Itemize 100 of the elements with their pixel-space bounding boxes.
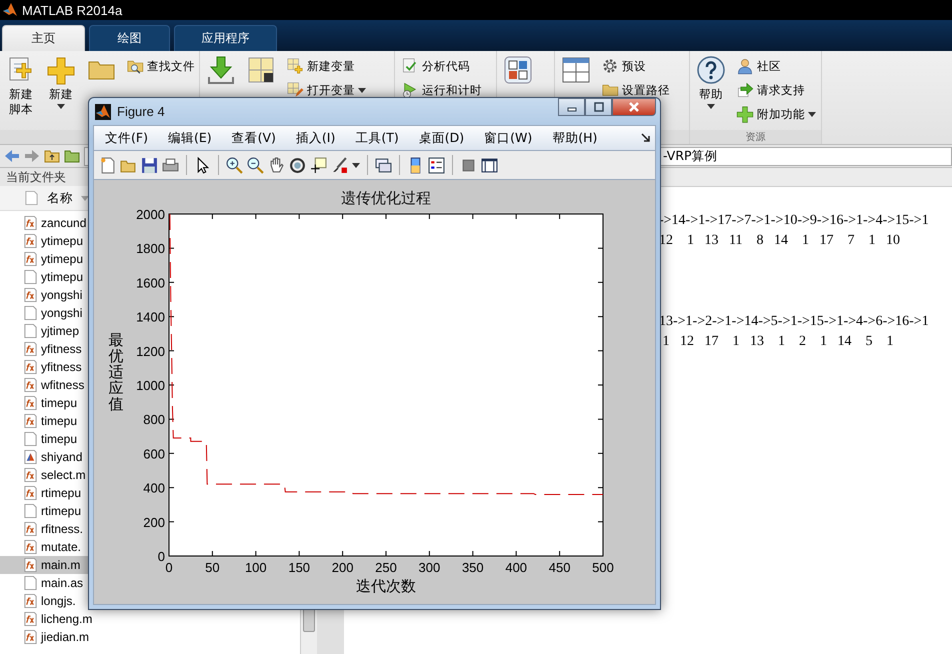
file-icon [23, 269, 38, 285]
file-row[interactable]: rfitness. [0, 520, 88, 538]
legend-icon[interactable] [428, 156, 445, 174]
zoom-out-icon[interactable] [247, 156, 264, 174]
file-row[interactable]: jiedian.m [0, 628, 90, 646]
ribbon-button[interactable]: 查找文件 [126, 57, 195, 75]
chart-title: 遗传优化过程 [341, 189, 431, 207]
file-row[interactable]: timepu [0, 394, 88, 412]
x-tick-label: 150 [288, 560, 310, 575]
maximize-button[interactable] [585, 98, 612, 116]
back-arrow-icon[interactable] [4, 149, 20, 163]
function-file-icon [23, 287, 38, 303]
save-icon[interactable] [141, 156, 158, 174]
new-file-icon[interactable] [99, 156, 116, 174]
plus-icon [736, 105, 754, 123]
scrollbar-thumb[interactable] [303, 608, 315, 632]
data-cursor-icon[interactable] [310, 156, 327, 174]
file-icon [23, 323, 38, 339]
section-label: 资源 [690, 130, 821, 144]
close-button[interactable] [612, 98, 656, 116]
file-row[interactable]: longjs. [0, 592, 88, 610]
zoom-in-icon[interactable] [226, 156, 243, 174]
ribbon-button[interactable]: 分析代码 [401, 57, 482, 75]
ribbon-tab[interactable]: 主页 [2, 25, 85, 51]
ribbon-tab[interactable]: 绘图 [89, 25, 170, 51]
menu-item[interactable]: 桌面(D) [412, 128, 472, 148]
ribbon-button[interactable]: 请求支持 [736, 81, 816, 99]
file-name: jiedian.m [41, 630, 90, 644]
figure-file-icon [23, 449, 38, 465]
browse-folder-icon[interactable] [64, 149, 80, 163]
file-name: zancund [41, 216, 86, 230]
file-row[interactable]: timepu [0, 430, 88, 448]
function-file-icon [23, 251, 38, 267]
menu-item[interactable]: 窗口(W) [477, 128, 540, 148]
file-row[interactable]: mutate. [0, 538, 88, 556]
open-variable-icon [286, 81, 304, 99]
file-row[interactable]: yongshi [0, 286, 88, 304]
file-name: shiyand [41, 450, 82, 464]
x-tick-label: 200 [332, 560, 354, 575]
ribbon-button[interactable]: 附加功能 [736, 105, 816, 123]
function-file-icon [23, 521, 38, 537]
function-file-icon [23, 593, 38, 609]
ribbon-button[interactable]: 预设 [601, 57, 670, 75]
file-name: yongshi [41, 306, 82, 320]
analyze-code-icon [401, 57, 419, 75]
file-name: ytimepu [41, 252, 84, 266]
file-row[interactable]: yfitness [0, 340, 88, 358]
file-row[interactable]: main.as [0, 574, 88, 592]
square-icon[interactable] [460, 156, 477, 174]
file-row[interactable]: ytimepu [0, 250, 88, 268]
file-row[interactable]: zancund [0, 214, 88, 232]
figure-title: Figure 4 [117, 104, 166, 119]
ribbon-button[interactable]: 设置路径 [601, 81, 670, 99]
file-row[interactable]: yfitness [0, 358, 88, 376]
file-row[interactable]: timepu [0, 412, 88, 430]
file-name: main.as [41, 576, 84, 590]
x-tick-label: 250 [375, 560, 397, 575]
file-row[interactable]: yongshi [0, 304, 88, 322]
block-diagram-icon [503, 55, 533, 85]
menu-item[interactable]: 插入(I) [288, 128, 342, 148]
print-icon[interactable] [162, 156, 179, 174]
menu-item[interactable]: 文件(F) [98, 128, 155, 148]
file-row[interactable]: ytimepu [0, 268, 88, 286]
file-row[interactable]: select.m [0, 466, 88, 484]
file-row[interactable]: rtimepu [0, 484, 88, 502]
file-row[interactable]: licheng.m [0, 610, 92, 628]
x-axis-label: 迭代次数 [356, 577, 416, 595]
function-file-icon [23, 215, 38, 231]
caret-icon [808, 112, 816, 116]
hand-icon[interactable] [268, 156, 285, 174]
y-tick-label: 0 [158, 549, 165, 564]
file-row[interactable]: ytimepu [0, 232, 88, 250]
ribbon-button[interactable]: 新建 [46, 55, 76, 130]
ribbon-button[interactable]: 新建脚本 [6, 55, 36, 130]
file-row[interactable]: main.m [0, 556, 88, 574]
folder-up-icon[interactable] [44, 149, 60, 163]
file-name: main.m [41, 558, 80, 572]
file-row[interactable]: wfitness [0, 376, 88, 394]
ribbon-button[interactable]: 打开变量 [286, 81, 366, 99]
brush-icon[interactable] [331, 156, 348, 174]
column-header[interactable]: 名称 [47, 190, 73, 206]
minimize-button[interactable] [558, 98, 585, 116]
menu-item[interactable]: 工具(T) [348, 128, 406, 148]
function-file-icon [23, 233, 38, 249]
close-icon [628, 102, 640, 112]
file-row[interactable]: yjtimep [0, 322, 88, 340]
x-tick-label: 400 [505, 560, 528, 575]
file-row[interactable]: rtimepu [0, 502, 88, 520]
ribbon-button[interactable]: 社区 [736, 57, 816, 75]
panel-icon[interactable] [481, 156, 498, 174]
ribbon-tab[interactable]: 应用程序 [174, 25, 277, 51]
file-icon [23, 575, 38, 591]
dock-arrow-icon[interactable] [641, 133, 651, 143]
ribbon-button[interactable]: 新建变量 [286, 57, 366, 75]
menu-item[interactable]: 查看(V) [224, 128, 283, 148]
menu-item[interactable]: 帮助(H) [545, 128, 604, 148]
file-row[interactable]: shiyand [0, 448, 88, 466]
ribbon-button[interactable]: 帮助 [696, 55, 726, 130]
file-name: select.m [41, 468, 86, 482]
menu-item[interactable]: 编辑(E) [160, 128, 219, 148]
